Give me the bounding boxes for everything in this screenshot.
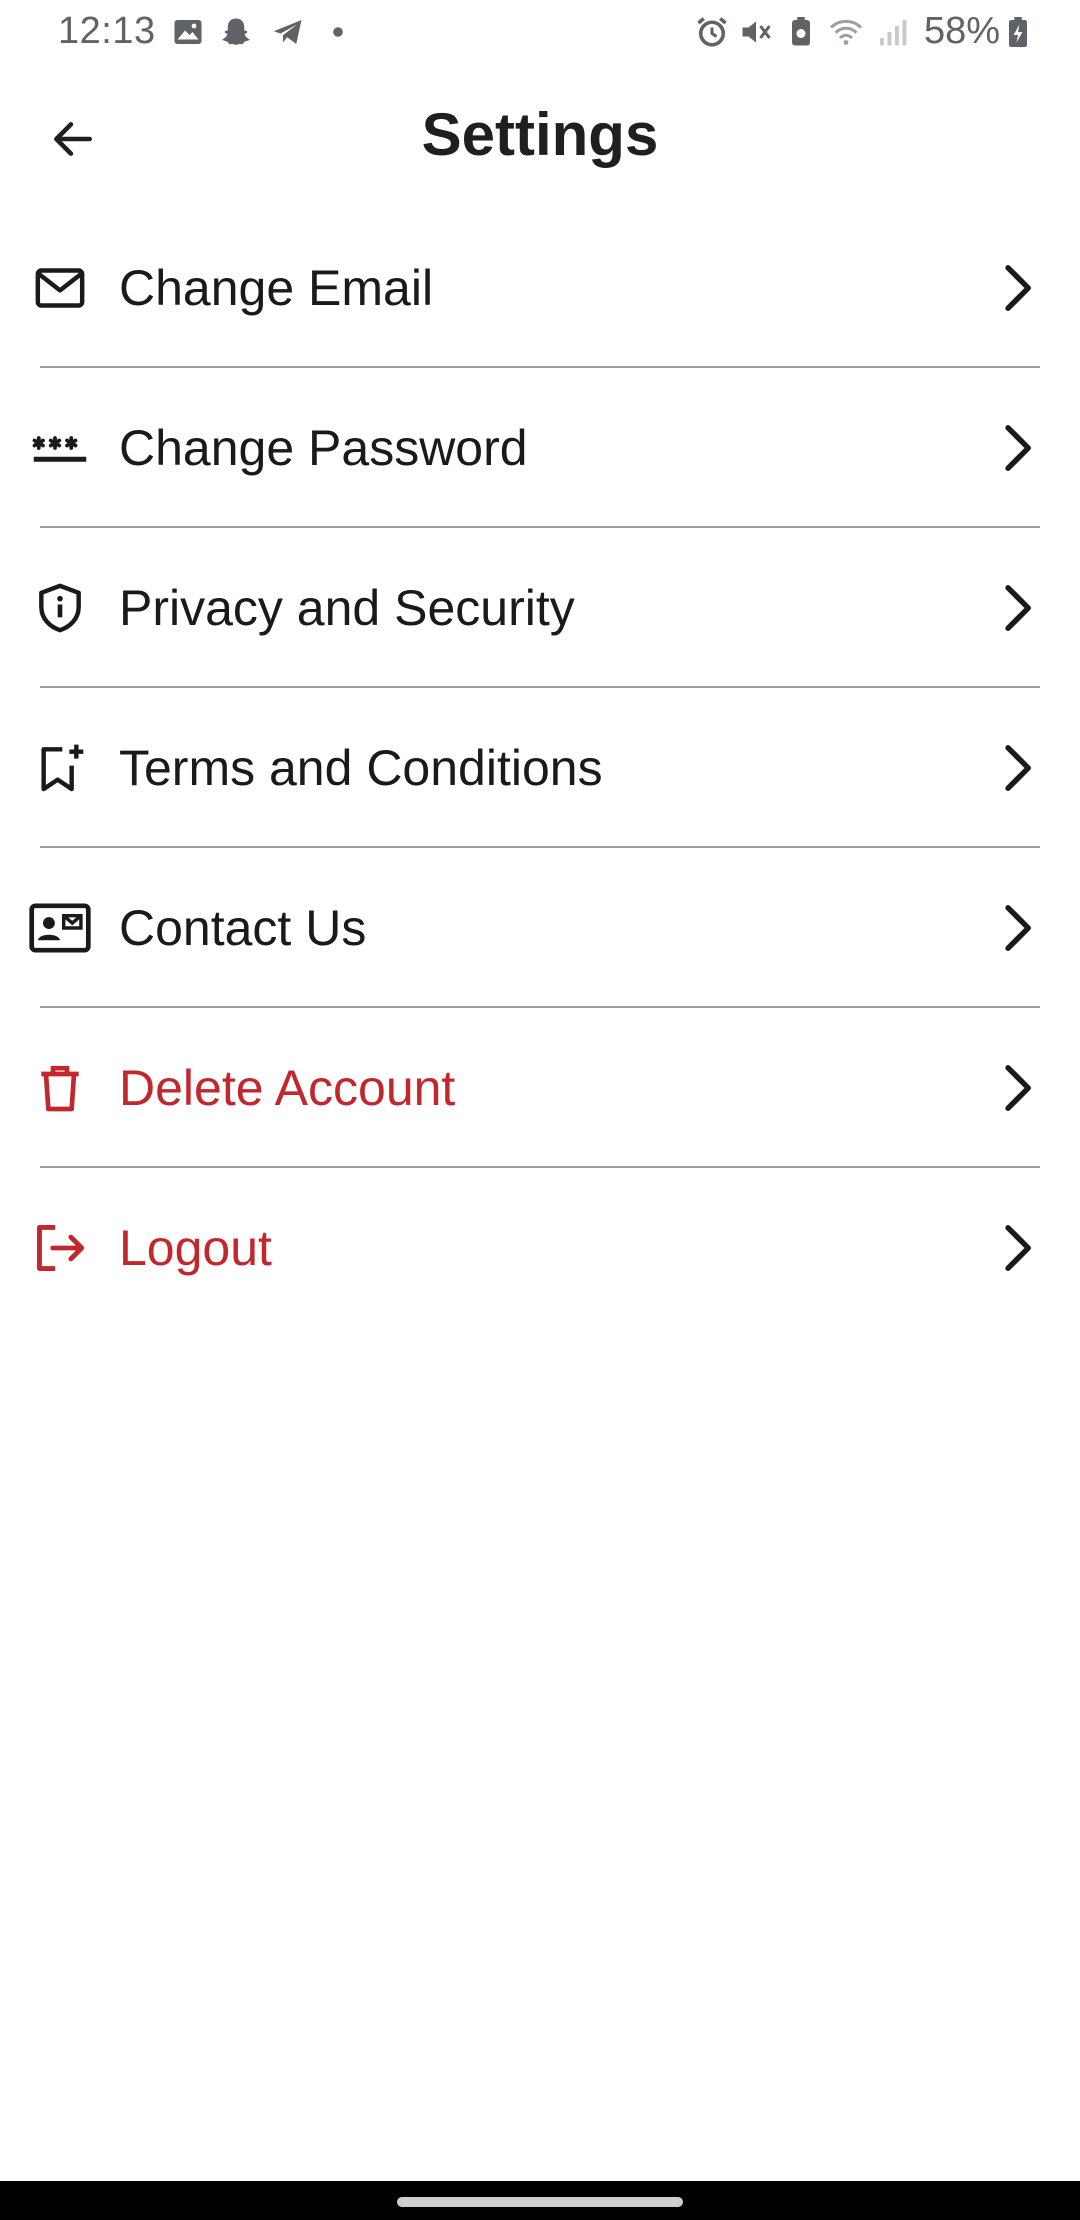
settings-item-change-password[interactable]: Change Password [0, 368, 1080, 528]
settings-item-contact-us[interactable]: Contact Us [0, 848, 1080, 1008]
page-title: Settings [421, 101, 659, 168]
settings-item-terms-conditions[interactable]: Terms and Conditions [0, 688, 1080, 848]
settings-item-label: Privacy and Security [119, 580, 575, 636]
battery-percent: 58% [924, 10, 1001, 52]
vibrate-mute-icon [742, 21, 771, 43]
header: Settings [0, 78, 1080, 198]
mail-icon [28, 256, 92, 320]
settings-list: Change Email Change Password Privacy and… [0, 208, 1080, 1328]
dot-icon [333, 27, 343, 37]
chevron-right-icon [1005, 1065, 1031, 1111]
chevron-right-icon [1005, 905, 1031, 951]
gallery-icon [174, 20, 202, 44]
settings-item-label: Contact Us [119, 900, 367, 956]
settings-item-label: Change Email [119, 260, 434, 316]
settings-item-label: Delete Account [119, 1060, 456, 1116]
chevron-right-icon [1005, 745, 1031, 791]
snapchat-icon [222, 18, 250, 45]
alarm-icon [697, 17, 727, 47]
shield-icon [28, 576, 92, 640]
status-time: 12:13 [58, 10, 156, 52]
wifi-icon [829, 19, 863, 45]
battery-saver-icon [792, 17, 810, 46]
chevron-right-icon [1005, 265, 1031, 311]
settings-item-label: Logout [119, 1220, 272, 1276]
settings-item-delete-account[interactable]: Delete Account [0, 1008, 1080, 1168]
chevron-right-icon [1005, 425, 1031, 471]
trash-icon [28, 1056, 92, 1120]
status-bar: 12:13 58% [0, 0, 1080, 64]
settings-item-change-email[interactable]: Change Email [0, 208, 1080, 368]
settings-item-label: Change Password [119, 420, 528, 476]
contact-card-icon [28, 896, 92, 960]
chevron-right-icon [1005, 1225, 1031, 1271]
settings-item-privacy-security[interactable]: Privacy and Security [0, 528, 1080, 688]
home-handle[interactable] [397, 2197, 683, 2207]
settings-item-label: Terms and Conditions [119, 740, 603, 796]
password-icon [28, 416, 92, 480]
navigation-bar [0, 2181, 1080, 2220]
bookmark-add-icon [28, 736, 92, 800]
logout-icon [28, 1216, 92, 1280]
telegram-icon [273, 20, 302, 44]
settings-item-logout[interactable]: Logout [0, 1168, 1080, 1328]
battery-charging-icon [1009, 17, 1027, 47]
signal-icon [880, 20, 907, 46]
chevron-right-icon [1005, 585, 1031, 631]
